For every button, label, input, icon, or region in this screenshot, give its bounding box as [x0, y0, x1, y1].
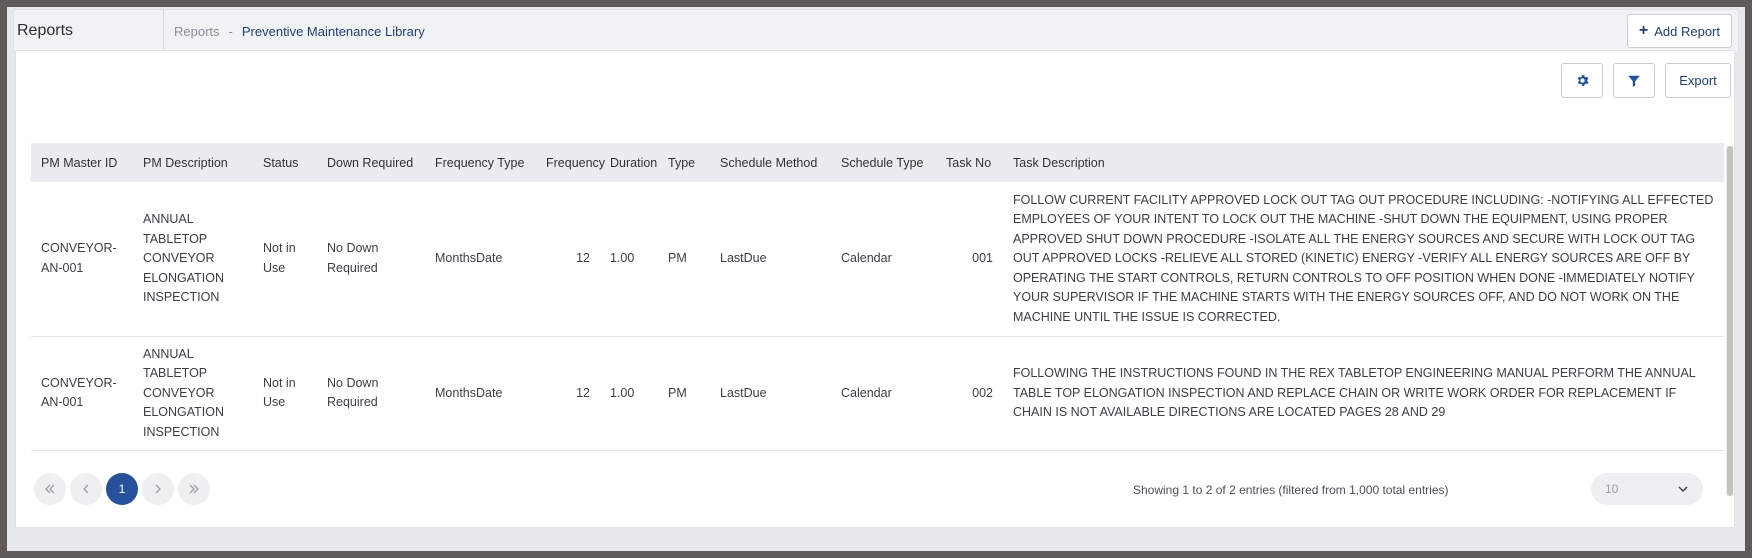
column-header-schedule-method[interactable]: Schedule Method — [710, 143, 831, 182]
add-report-button[interactable]: + Add Report — [1626, 14, 1732, 48]
settings-button[interactable] — [1561, 63, 1603, 98]
next-page-button[interactable] — [142, 473, 174, 505]
column-header-pm-description[interactable]: PM Description — [133, 143, 253, 182]
column-header-duration[interactable]: Duration — [600, 143, 658, 182]
chevron-down-icon — [1677, 483, 1689, 495]
add-report-label: Add Report — [1654, 23, 1720, 39]
cell-task-description: FOLLOWING THE INSTRUCTIONS FOUND IN THE … — [1003, 336, 1724, 451]
cell-pm-description: ANNUAL TABLETOP CONVEYOR ELONGATION INSP… — [133, 336, 253, 451]
column-header-schedule-type[interactable]: Schedule Type — [831, 143, 936, 182]
top-bar: Reports Reports - Preventive Maintenance… — [13, 9, 1739, 53]
page-button-1[interactable]: 1 — [106, 473, 138, 505]
column-header-frequency-type[interactable]: Frequency Type — [425, 143, 536, 182]
gear-icon — [1575, 73, 1590, 88]
filter-button[interactable] — [1613, 63, 1655, 98]
first-page-icon — [44, 483, 56, 495]
cell-down-required: No Down Required — [317, 182, 425, 337]
column-header-task-description[interactable]: Task Description — [1003, 143, 1724, 182]
cell-schedule-type: Calendar — [831, 336, 936, 451]
pagination: 1 — [34, 473, 214, 505]
report-table-container: PM Master ID PM Description Status Down … — [31, 143, 1724, 461]
export-button[interactable]: Export — [1665, 63, 1731, 98]
column-header-status[interactable]: Status — [253, 143, 317, 182]
cell-duration: 1.00 — [600, 336, 658, 451]
breadcrumb-separator: - — [228, 23, 233, 39]
table-row[interactable]: CONVEYOR-AN-001 ANNUAL TABLETOP CONVEYOR… — [31, 336, 1724, 451]
filter-icon — [1627, 74, 1641, 88]
first-page-button[interactable] — [34, 473, 66, 505]
cell-task-no: 001 — [936, 182, 1003, 337]
last-page-button[interactable] — [178, 473, 210, 505]
column-header-type[interactable]: Type — [658, 143, 710, 182]
breadcrumb-current: Preventive Maintenance Library — [241, 23, 425, 39]
cell-pm-description: ANNUAL TABLETOP CONVEYOR ELONGATION INSP… — [133, 182, 253, 337]
column-header-down-required[interactable]: Down Required — [317, 143, 425, 182]
cell-task-no: 002 — [936, 336, 1003, 451]
cell-frequency: 12 — [536, 336, 600, 451]
table-header-row: PM Master ID PM Description Status Down … — [31, 143, 1724, 182]
cell-status: Not in Use — [253, 336, 317, 451]
page-size-value: 10 — [1605, 482, 1619, 496]
cell-type: PM — [658, 182, 710, 337]
cell-status: Not in Use — [253, 182, 317, 337]
cell-schedule-method: LastDue — [710, 336, 831, 451]
prev-page-button[interactable] — [70, 473, 102, 505]
cell-frequency: 12 — [536, 182, 600, 337]
cell-pm-master-id: CONVEYOR-AN-001 — [31, 336, 133, 451]
cell-type: PM — [658, 336, 710, 451]
table-row[interactable]: CONVEYOR-AN-001 ANNUAL TABLETOP CONVEYOR… — [31, 182, 1724, 337]
report-panel: Export PM Master ID PM Description Statu… — [15, 50, 1735, 528]
table-scrollbar[interactable] — [1726, 146, 1734, 496]
pagination-info: Showing 1 to 2 of 2 entries (filtered fr… — [1133, 483, 1449, 497]
cell-pm-master-id: CONVEYOR-AN-001 — [31, 182, 133, 337]
plus-icon: + — [1638, 22, 1649, 39]
cell-duration: 1.00 — [600, 182, 658, 337]
scrollbar-thumb[interactable] — [1727, 146, 1733, 496]
app-frame: Reports Reports - Preventive Maintenance… — [7, 7, 1745, 551]
next-page-icon — [152, 483, 164, 495]
app-title: Reports — [14, 10, 164, 52]
cell-schedule-method: LastDue — [710, 182, 831, 337]
cell-task-description: FOLLOW CURRENT FACILITY APPROVED LOCK OU… — [1003, 182, 1724, 337]
last-page-icon — [188, 483, 200, 495]
column-header-task-no[interactable]: Task No — [936, 143, 1003, 182]
cell-frequency-type: MonthsDate — [425, 182, 536, 337]
column-header-frequency[interactable]: Frequency — [536, 143, 605, 182]
breadcrumb: Reports - Preventive Maintenance Library — [164, 24, 425, 39]
prev-page-icon — [80, 483, 92, 495]
cell-frequency-type: MonthsDate — [425, 336, 536, 451]
page-size-select[interactable]: 10 — [1591, 473, 1703, 505]
cell-down-required: No Down Required — [317, 336, 425, 451]
report-table: PM Master ID PM Description Status Down … — [31, 143, 1724, 451]
column-header-pm-master-id[interactable]: PM Master ID — [31, 143, 133, 182]
breadcrumb-root[interactable]: Reports — [174, 24, 220, 39]
cell-schedule-type: Calendar — [831, 182, 936, 337]
